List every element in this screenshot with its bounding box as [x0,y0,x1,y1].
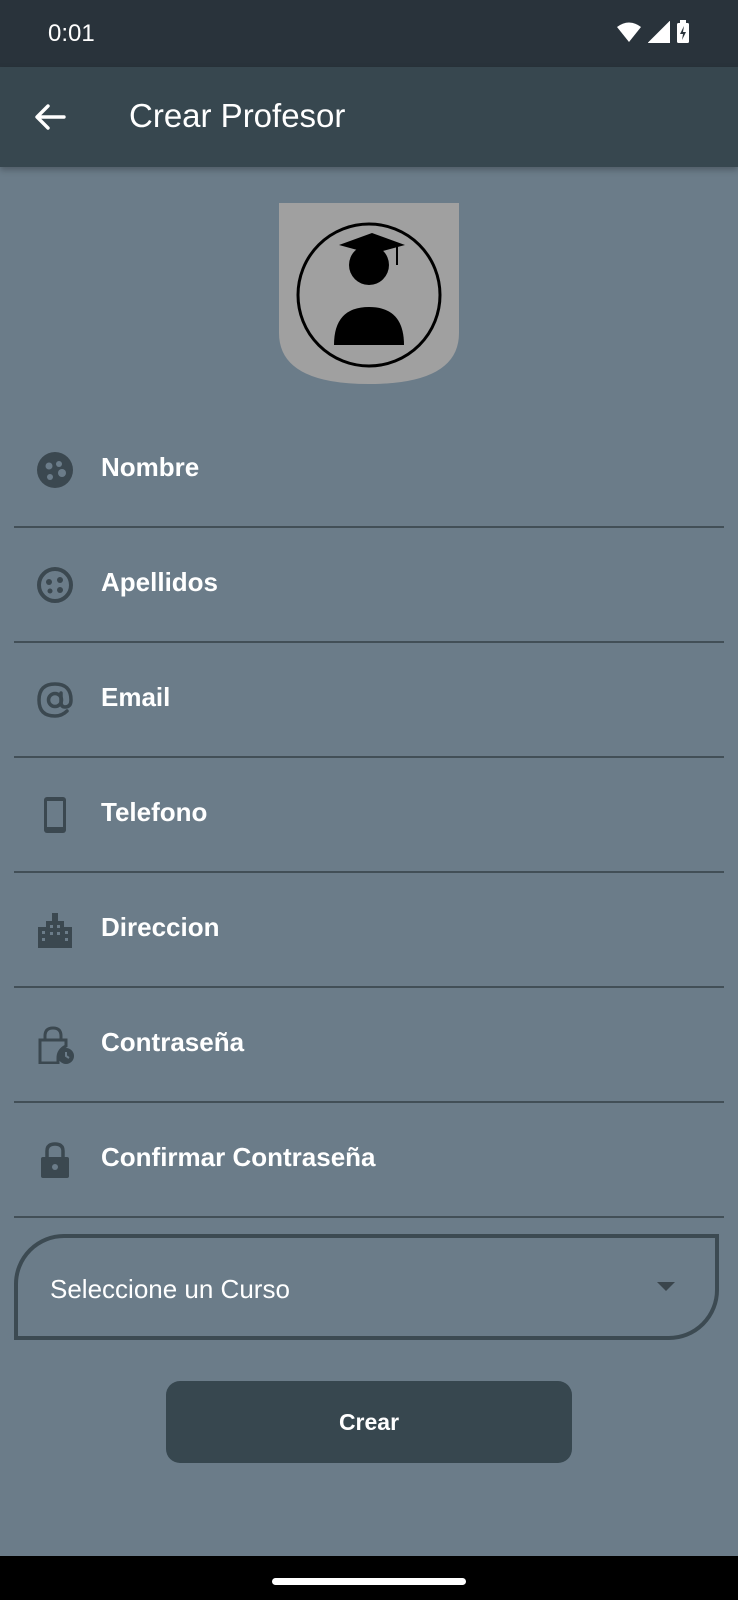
status-time: 0:01 [48,20,95,47]
status-bar: 0:01 [0,0,738,67]
battery-charging-icon [677,20,689,43]
email-field[interactable]: Email [14,642,724,758]
direccion-label: Direccion [101,912,220,942]
crear-button[interactable]: Crear [166,1381,572,1463]
signal-icon [648,21,670,43]
course-select[interactable]: Seleccione un Curso [14,1234,719,1340]
navigation-bar [0,1556,738,1600]
contrasena-label: Contraseña [101,1027,245,1057]
app-bar: Crear Profesor [0,67,738,167]
face-outline-icon [37,567,73,603]
teacher-graduate-icon [279,203,459,384]
status-icons [616,20,690,44]
home-gesture-handle[interactable] [272,1578,466,1585]
face-icon [37,452,73,488]
nombre-label: Nombre [101,452,200,482]
teacher-avatar [279,203,459,384]
contrasena-field[interactable]: Contraseña [14,987,724,1103]
lock-icon [41,1142,69,1178]
nombre-field[interactable]: Nombre [14,412,724,528]
course-select-placeholder: Seleccione un Curso [50,1274,290,1304]
lock-clock-icon [38,1026,74,1064]
apellidos-label: Apellidos [101,567,219,597]
wifi-icon [617,22,641,42]
arrow-left-icon [35,104,66,130]
phone-icon [44,797,66,833]
telefono-label: Telefono [101,797,208,827]
email-label: Email [101,682,171,712]
at-icon [37,682,73,718]
building-icon [38,913,72,948]
confirmar-contrasena-field[interactable]: Confirmar Contraseña [14,1102,724,1218]
confirmar-contrasena-label: Confirmar Contraseña [101,1142,376,1172]
page-title: Crear Profesor [129,97,346,134]
direccion-field[interactable]: Direccion [14,872,724,988]
dropdown-arrow-icon [657,1282,675,1291]
telefono-field[interactable]: Telefono [14,757,724,873]
apellidos-field[interactable]: Apellidos [14,527,724,643]
back-button[interactable] [30,97,70,137]
